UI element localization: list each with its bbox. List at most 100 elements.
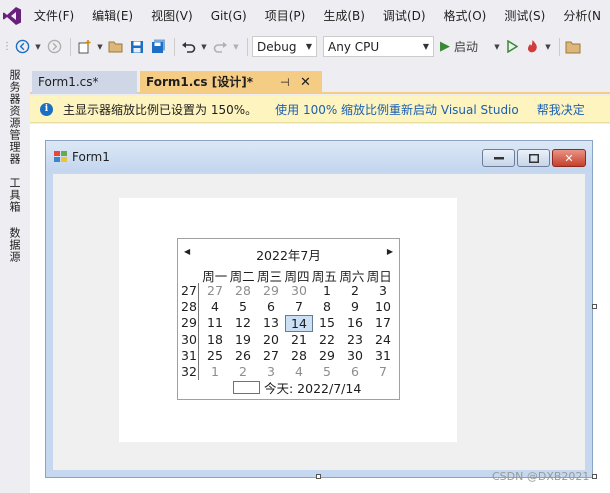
calendar-day[interactable]: 3 [369, 283, 397, 299]
calendar-day[interactable]: 24 [369, 332, 397, 348]
hot-reload-icon[interactable] [523, 36, 541, 58]
calendar-day[interactable]: 29 [257, 283, 285, 299]
start-button[interactable]: ▶ 启动 [440, 36, 490, 58]
menu-file[interactable]: 文件(F) [25, 0, 83, 32]
visual-studio-logo-icon[interactable] [0, 0, 25, 32]
restart-at-100-link[interactable]: 使用 100% 缩放比例重新启动 Visual Studio [275, 101, 519, 118]
calendar-day[interactable]: 25 [201, 348, 229, 364]
side-tool-strip: 服务器资源管理器 工具箱 数据源 [0, 61, 30, 493]
resize-handle-corner[interactable] [592, 474, 597, 479]
menu-analyze[interactable]: 分析(N [554, 0, 610, 32]
menu-debug[interactable]: 调试(D) [374, 0, 435, 32]
menu-view[interactable]: 视图(V) [142, 0, 202, 32]
calendar-day[interactable]: 26 [229, 348, 257, 364]
folder-icon[interactable] [564, 36, 582, 58]
week-number: 29 [181, 315, 197, 331]
calendar-week-row: 11 12 13 14 15 16 17 [201, 315, 397, 332]
menu-project[interactable]: 项目(P) [256, 0, 315, 32]
tab-form1-designer[interactable]: Form1.cs [设计]* ⊣ ✕ [140, 71, 322, 94]
start-without-debugging-icon[interactable] [504, 36, 520, 58]
chevron-down-icon: ▼ [305, 42, 312, 51]
side-tab-toolbox[interactable]: 工具箱 [6, 177, 22, 213]
forward-icon[interactable] [45, 36, 63, 58]
chevron-down-icon: ▼ [422, 42, 429, 51]
open-folder-icon[interactable] [107, 36, 125, 58]
hot-reload-dropdown-icon[interactable]: ▼ [544, 36, 552, 58]
calendar-day[interactable]: 20 [257, 332, 285, 348]
calendar-day[interactable]: 7 [369, 364, 397, 380]
calendar-day[interactable]: 9 [341, 299, 369, 315]
calendar-day[interactable]: 1 [313, 283, 341, 299]
redo-dropdown-icon[interactable]: ▼ [232, 36, 240, 58]
document-tab-bar: Form1.cs* Form1.cs [设计]* ⊣ ✕ [30, 71, 610, 94]
calendar-day[interactable]: 21 [285, 332, 313, 348]
solution-configuration-select[interactable]: Debug ▼ [252, 36, 317, 57]
calendar-day[interactable]: 1 [201, 364, 229, 380]
side-tab-data-sources[interactable]: 数据源 [6, 227, 22, 263]
start-dropdown-icon[interactable]: ▼ [493, 36, 501, 58]
calendar-day[interactable]: 15 [313, 315, 341, 331]
calendar-day[interactable]: 8 [313, 299, 341, 315]
calendar-day[interactable]: 27 [201, 283, 229, 299]
calendar-day[interactable]: 11 [201, 315, 229, 331]
menu-test[interactable]: 测试(S) [495, 0, 554, 32]
save-all-icon[interactable] [149, 36, 167, 58]
solution-platform-select[interactable]: Any CPU ▼ [323, 36, 434, 57]
calendar-day-today[interactable]: 14 [285, 315, 313, 332]
back-dropdown-icon[interactable]: ▼ [34, 36, 42, 58]
weekday-header: 周一 周二 周三 周四 周五 周六 周日 [201, 266, 393, 284]
menu-edit[interactable]: 编辑(E) [83, 0, 142, 32]
calendar-day[interactable]: 13 [257, 315, 285, 331]
calendar-day[interactable]: 28 [229, 283, 257, 299]
calendar-day[interactable]: 23 [341, 332, 369, 348]
calendar-day[interactable]: 17 [369, 315, 397, 331]
next-month-icon[interactable]: ▶ [387, 247, 393, 256]
calendar-day[interactable]: 18 [201, 332, 229, 348]
close-icon[interactable]: ✕ [300, 71, 311, 94]
resize-handle-right[interactable] [592, 304, 597, 309]
side-tab-server-explorer[interactable]: 服务器资源管理器 [6, 69, 22, 165]
configuration-value: Debug [257, 39, 297, 54]
new-project-icon[interactable] [75, 36, 93, 58]
maximize-button[interactable] [517, 149, 550, 167]
back-icon[interactable] [13, 36, 31, 58]
menu-build[interactable]: 生成(B) [314, 0, 374, 32]
menu-format[interactable]: 格式(O) [435, 0, 496, 32]
menu-git[interactable]: Git(G) [202, 0, 256, 32]
calendar-day[interactable]: 31 [369, 348, 397, 364]
month-calendar[interactable]: ◀ 2022年7月 ▶ 周一 周二 周三 周四 周五 周六 周日 27 28 29 30 31 32 … [177, 238, 400, 400]
calendar-day[interactable]: 12 [229, 315, 257, 331]
calendar-month-title[interactable]: 2022年7月 [178, 245, 399, 264]
save-icon[interactable] [128, 36, 146, 58]
calendar-week-row: 4 5 6 7 8 9 10 [201, 299, 397, 315]
undo-dropdown-icon[interactable]: ▼ [200, 36, 208, 58]
calendar-day[interactable]: 2 [341, 283, 369, 299]
week-number-column: 27 28 29 30 31 32 [181, 283, 199, 381]
calendar-day[interactable]: 29 [313, 348, 341, 364]
new-dropdown-icon[interactable]: ▼ [96, 36, 104, 58]
resize-handle-bottom[interactable] [316, 474, 321, 479]
calendar-day[interactable]: 28 [285, 348, 313, 364]
calendar-day[interactable]: 7 [285, 299, 313, 315]
calendar-day[interactable]: 22 [313, 332, 341, 348]
calendar-day[interactable]: 27 [257, 348, 285, 364]
calendar-day[interactable]: 19 [229, 332, 257, 348]
close-button[interactable]: ✕ [552, 149, 586, 167]
pin-icon[interactable]: ⊣ [280, 71, 290, 94]
calendar-day[interactable]: 30 [341, 348, 369, 364]
calendar-day[interactable]: 4 [201, 299, 229, 315]
calendar-day[interactable]: 30 [285, 283, 313, 299]
calendar-day[interactable]: 5 [229, 299, 257, 315]
calendar-day[interactable]: 16 [341, 315, 369, 331]
tab-form1-code[interactable]: Form1.cs* [32, 71, 137, 94]
undo-icon[interactable] [179, 36, 197, 58]
redo-icon[interactable] [211, 36, 229, 58]
grip-icon: ⋮ [2, 41, 12, 52]
calendar-day[interactable]: 10 [369, 299, 397, 315]
calendar-day[interactable]: 2 [229, 364, 257, 380]
form-window[interactable]: Form1 ✕ ◀ 2022年7月 ▶ 周一 周二 周三 周四 周五 周六 周日 27 28 2… [45, 140, 593, 478]
calendar-day[interactable]: 6 [257, 299, 285, 315]
today-link[interactable]: 今天: 2022/7/14 [233, 379, 361, 396]
minimize-button[interactable] [482, 149, 515, 167]
help-me-decide-link[interactable]: 帮我决定 [537, 101, 585, 118]
